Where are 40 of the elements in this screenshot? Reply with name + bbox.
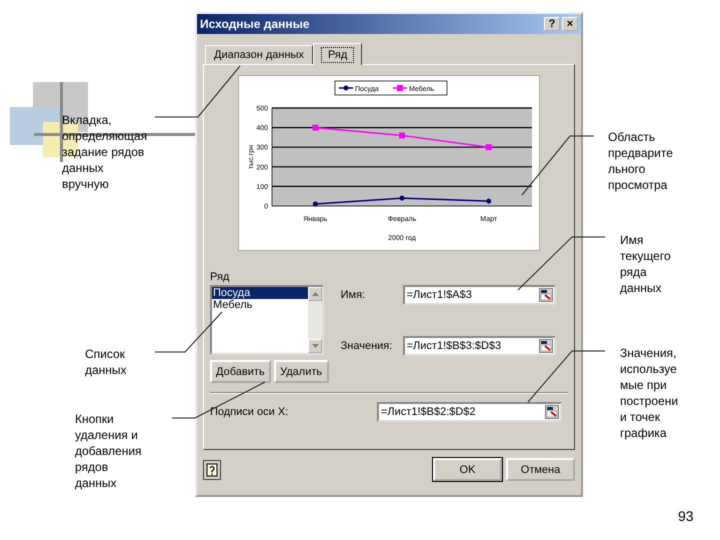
help-button[interactable]: ? <box>544 17 560 31</box>
collapse-dialog-icon[interactable] <box>545 405 559 419</box>
field-label: Значения: <box>340 340 394 352</box>
help-icon[interactable] <box>203 460 221 480</box>
list-item[interactable]: Мебель <box>212 299 308 311</box>
callout-text: Область предварите льного просмотра <box>608 129 673 193</box>
callout-text: Список данных <box>85 346 127 378</box>
scroll-up-icon[interactable] <box>312 292 318 296</box>
point <box>399 132 405 138</box>
ok-button[interactable]: OK <box>433 458 502 481</box>
leader-line <box>154 312 222 352</box>
callout-text: Вкладка, определяющая задание рядов данных вручную <box>62 112 148 192</box>
reference-field[interactable]: =Лист1!$B$2:$D$2 <box>377 402 562 422</box>
close-button[interactable]: × <box>562 17 578 31</box>
delete-button[interactable]: Удалить <box>274 360 329 383</box>
scroll-down-icon[interactable] <box>312 344 318 348</box>
series-list[interactable]: Посуда Мебель <box>210 285 324 355</box>
list-item[interactable]: Посуда <box>212 287 308 299</box>
tab[interactable]: Диапазон данных <box>205 45 313 64</box>
collapse-dialog-icon[interactable] <box>538 288 553 302</box>
add-button[interactable]: Добавить <box>210 360 271 383</box>
window-title: Исходные данные <box>200 17 310 31</box>
point <box>312 124 318 131</box>
reference-field[interactable]: =Лист1!$B$3:$D$3 <box>402 336 556 356</box>
reference-field[interactable]: =Лист1!$A$3 <box>402 285 556 305</box>
field-label: Подписи оси X: <box>210 406 288 418</box>
scrollbar[interactable] <box>308 287 322 353</box>
point <box>486 144 492 150</box>
point <box>486 198 492 204</box>
collapse-dialog-icon[interactable] <box>538 339 553 353</box>
callout-text: Кнопки удаления и добавления рядов данных <box>75 411 142 491</box>
group-label: Ряд <box>210 271 230 283</box>
page-number: 93 <box>678 508 694 524</box>
point <box>400 196 404 201</box>
point <box>312 202 318 207</box>
callout-text: Значения, используе мые при построени и точек графика <box>620 345 678 441</box>
tab[interactable]: Ряд <box>312 43 362 65</box>
cancel-button[interactable]: Отмена <box>506 458 575 481</box>
field-label: Имя: <box>340 289 366 301</box>
callout-text: Имя текущего ряда данных <box>620 232 671 296</box>
